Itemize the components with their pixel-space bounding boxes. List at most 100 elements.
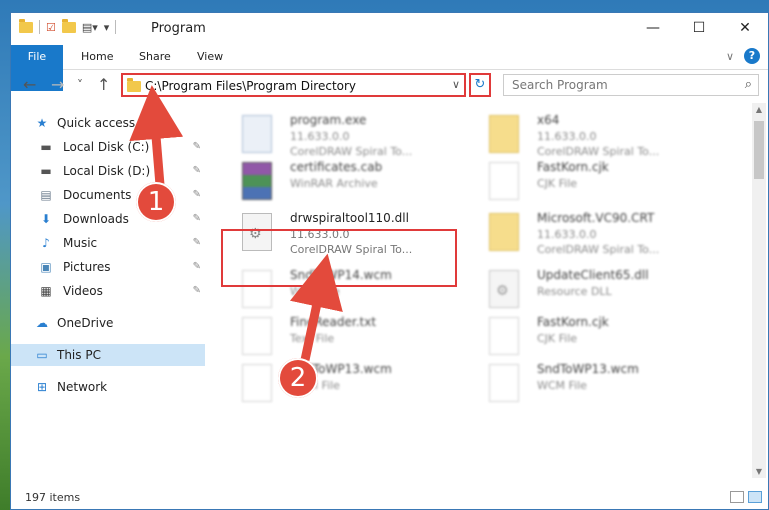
sidebar-item-music[interactable]: ♪ Music ✎ — [11, 232, 205, 254]
search-input[interactable]: Search Program ⌕ — [503, 74, 759, 96]
tab-home[interactable]: Home — [73, 45, 121, 69]
file-item[interactable]: x64 11.633.0.0 CorelDRAW Spiral To... — [473, 111, 703, 158]
maximize-button[interactable]: ☐ — [676, 13, 722, 43]
file-item[interactable]: ⚙ UpdateClient65.dll Resource DLL — [473, 266, 703, 312]
file-details: CJK File — [537, 176, 577, 191]
sidebar-item-downloads[interactable]: ⬇ Downloads ✎ — [11, 208, 205, 230]
file-detail-line: WCM File — [537, 379, 587, 392]
tab-view[interactable]: View — [189, 45, 231, 69]
file-detail-line: 11.633.0.0 — [537, 228, 597, 241]
sidebar-item-pictures[interactable]: ▣ Pictures ✎ — [11, 256, 205, 278]
network-icon: ⊞ — [36, 380, 48, 394]
pin-icon[interactable]: ✎ — [193, 184, 201, 206]
file-details: 11.633.0.0 CorelDRAW Spiral To... — [290, 129, 412, 159]
file-detail-line: Text File — [290, 332, 335, 345]
file-details: WCM File — [537, 378, 587, 393]
file-item[interactable]: SndToWP13.wcmWCM File — [226, 360, 456, 406]
sidebar-item-videos[interactable]: ▦ Videos ✎ — [11, 280, 205, 302]
scroll-thumb[interactable] — [754, 121, 764, 179]
properties-icon[interactable]: ☑ — [46, 21, 56, 34]
file-details: CJK File — [537, 331, 577, 346]
status-bar: 197 items — [11, 487, 768, 509]
drive-icon: ▬ — [40, 164, 52, 178]
file-name: FastKorn.cjk — [537, 315, 609, 329]
sidebar-item-label: Network — [57, 380, 108, 394]
file-details: Text File — [290, 331, 334, 346]
help-icon[interactable]: ? — [744, 48, 760, 64]
pin-icon[interactable]: ✎ — [193, 160, 201, 182]
file-details: WinRAR Archive — [290, 176, 378, 191]
vertical-scrollbar[interactable]: ▲ ▼ — [752, 103, 766, 478]
sidebar-item-quick-access[interactable]: ★ Quick access — [11, 112, 205, 134]
sidebar-item-network[interactable]: ⊞ Network — [11, 376, 205, 398]
folder-icon — [489, 213, 519, 251]
scroll-down-icon[interactable]: ▼ — [752, 467, 766, 476]
sidebar-item-local-disk-c[interactable]: ▬ Local Disk (C:) ✎ — [11, 136, 205, 158]
file-item[interactable]: FastKorn.cjk CJK File — [473, 313, 703, 359]
close-button[interactable]: ✕ — [722, 13, 768, 43]
file-item[interactable]: FastKorn.cjk CJK File — [473, 158, 703, 204]
file-detail-line: Resource DLL — [537, 285, 612, 298]
minimize-button[interactable]: — — [630, 13, 676, 43]
drive-icon: ▬ — [40, 140, 52, 154]
tiles-view-button[interactable] — [748, 491, 762, 503]
document-icon — [489, 364, 519, 402]
qat-dropdown-icon[interactable]: ▾ — [104, 21, 110, 34]
pictures-icon: ▣ — [40, 260, 52, 274]
up-button[interactable]: ↑ — [97, 75, 110, 94]
videos-icon: ▦ — [40, 284, 52, 298]
sidebar-item-label: Local Disk (C:) — [63, 140, 150, 154]
file-detail-line: CorelDRAW Spiral To... — [537, 243, 660, 256]
folder-icon — [19, 18, 33, 33]
file-detail-line: CJK File — [537, 177, 578, 190]
sidebar-item-label: Videos — [63, 284, 103, 298]
archive-icon — [242, 162, 272, 200]
dll-file-icon: ⚙ — [489, 270, 519, 308]
forward-button[interactable]: → — [51, 75, 64, 94]
pin-icon[interactable]: ✎ — [193, 256, 201, 278]
customize-icon[interactable]: ▤▾ — [82, 21, 98, 34]
file-item[interactable]: Microsoft.VC90.CRT 11.633.0.0 CorelDRAW Sp… — [473, 209, 703, 256]
details-view-button[interactable] — [730, 491, 744, 503]
ribbon-expand-icon[interactable]: ∨ — [726, 50, 734, 63]
recent-locations-button[interactable]: ˅ — [77, 78, 83, 92]
file-name: Microsoft.VC90.CRT — [537, 211, 655, 225]
scroll-up-icon[interactable]: ▲ — [752, 105, 766, 114]
search-icon: ⌕ — [744, 77, 752, 92]
target-file-highlight — [221, 229, 457, 287]
back-button[interactable]: ← — [23, 75, 36, 94]
file-name: drwspiraltool110.dll — [290, 211, 409, 225]
pin-icon[interactable]: ✎ — [193, 208, 201, 230]
refresh-button[interactable]: ↻ — [469, 73, 491, 97]
file-name: program.exe — [290, 113, 367, 127]
file-item[interactable]: certificates.cab WinRAR Archive — [226, 158, 456, 204]
sidebar-item-label: This PC — [57, 348, 101, 362]
address-path: C:\Program Files\Program Directory — [145, 79, 357, 93]
new-folder-icon[interactable] — [61, 18, 76, 33]
file-name: x64 — [537, 113, 560, 127]
sidebar-item-this-pc[interactable]: ▭ This PC — [11, 344, 205, 366]
document-icon — [489, 162, 519, 200]
address-dropdown-icon[interactable]: ∨ — [452, 78, 460, 91]
file-item[interactable]: SndToWP13.wcmWCM File — [473, 360, 703, 406]
caption-buttons: — ☐ ✕ — [630, 13, 768, 43]
file-detail-line: CorelDRAW Spiral To... — [537, 145, 660, 158]
address-bar[interactable]: C:\Program Files\Program Directory ∨ — [121, 73, 466, 97]
sidebar-item-label: Documents — [63, 188, 132, 202]
file-name: UpdateClient65.dll — [537, 268, 649, 282]
file-item[interactable]: program.exe 11.633.0.0 CorelDRAW Spiral To… — [226, 111, 456, 159]
document-icon — [242, 317, 272, 355]
tab-share[interactable]: Share — [131, 45, 179, 69]
sidebar-item-onedrive[interactable]: ☁ OneDrive — [11, 312, 205, 334]
file-item[interactable]: FineReader.txt Text File — [226, 313, 456, 359]
file-detail-line: CJK File — [537, 332, 578, 345]
file-details: Resource DLL — [537, 284, 612, 299]
file-detail-line: CorelDRAW Spiral To... — [290, 145, 413, 158]
pin-icon[interactable]: ✎ — [193, 136, 201, 158]
sidebar-item-local-disk-d[interactable]: ▬ Local Disk (D:) ✎ — [11, 160, 205, 182]
title-bar: ☑ ▤▾ ▾ Program — ☐ ✕ — [11, 13, 768, 45]
callout-badge-1: 1 — [136, 182, 176, 222]
pin-icon[interactable]: ✎ — [193, 280, 201, 302]
pin-icon[interactable]: ✎ — [193, 232, 201, 254]
sidebar-item-label: Pictures — [63, 260, 111, 274]
